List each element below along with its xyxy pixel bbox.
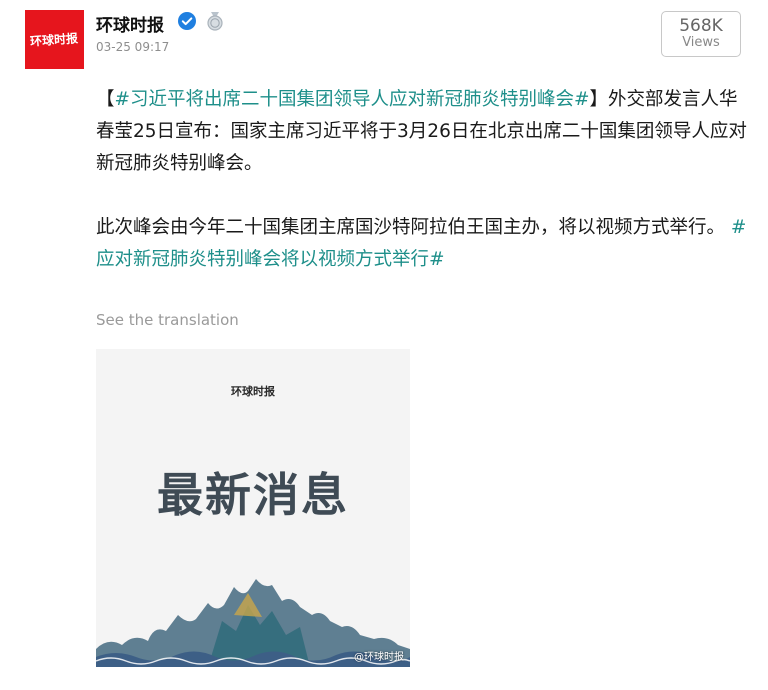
post-body: 【#习近平将出席二十国集团领导人应对新冠肺炎特别峰会#】外交部发言人华春莹25日…	[96, 84, 756, 276]
bracket-open: 【	[96, 89, 115, 110]
post-paragraph-1: 【#习近平将出席二十国集团领导人应对新冠肺炎特别峰会#】外交部发言人华春莹25日…	[96, 84, 756, 180]
image-watermark: @环球时报	[354, 652, 404, 663]
views-label: Views	[682, 35, 720, 51]
avatar-logo-text: 环球时报	[30, 31, 79, 49]
views-badge: 568K Views	[661, 11, 741, 57]
see-translation-link[interactable]: See the translation	[96, 311, 239, 329]
post-image[interactable]: 环球时报 最新消息 @环球时报	[96, 349, 410, 667]
post-timestamp: 03-25 09:17	[96, 40, 170, 54]
avatar[interactable]: 环球时报	[25, 10, 84, 69]
account-name[interactable]: 环球时报	[96, 11, 164, 36]
verified-check-icon	[178, 12, 196, 30]
post-text-2: 此次峰会由今年二十国集团主席国沙特阿拉伯王国主办，将以视频方式举行。	[96, 217, 731, 238]
image-headline: 最新消息	[157, 468, 349, 522]
post-paragraph-2: 此次峰会由今年二十国集团主席国沙特阿拉伯王国主办，将以视频方式举行。 #应对新冠…	[96, 212, 756, 276]
views-count: 568K	[679, 15, 723, 36]
image-logo-text: 环球时报	[231, 385, 275, 398]
bracket-close: 】	[589, 89, 609, 110]
medal-icon	[207, 12, 223, 31]
hashtag-link-summit[interactable]: #习近平将出席二十国集团领导人应对新冠肺炎特别峰会#	[115, 89, 590, 110]
